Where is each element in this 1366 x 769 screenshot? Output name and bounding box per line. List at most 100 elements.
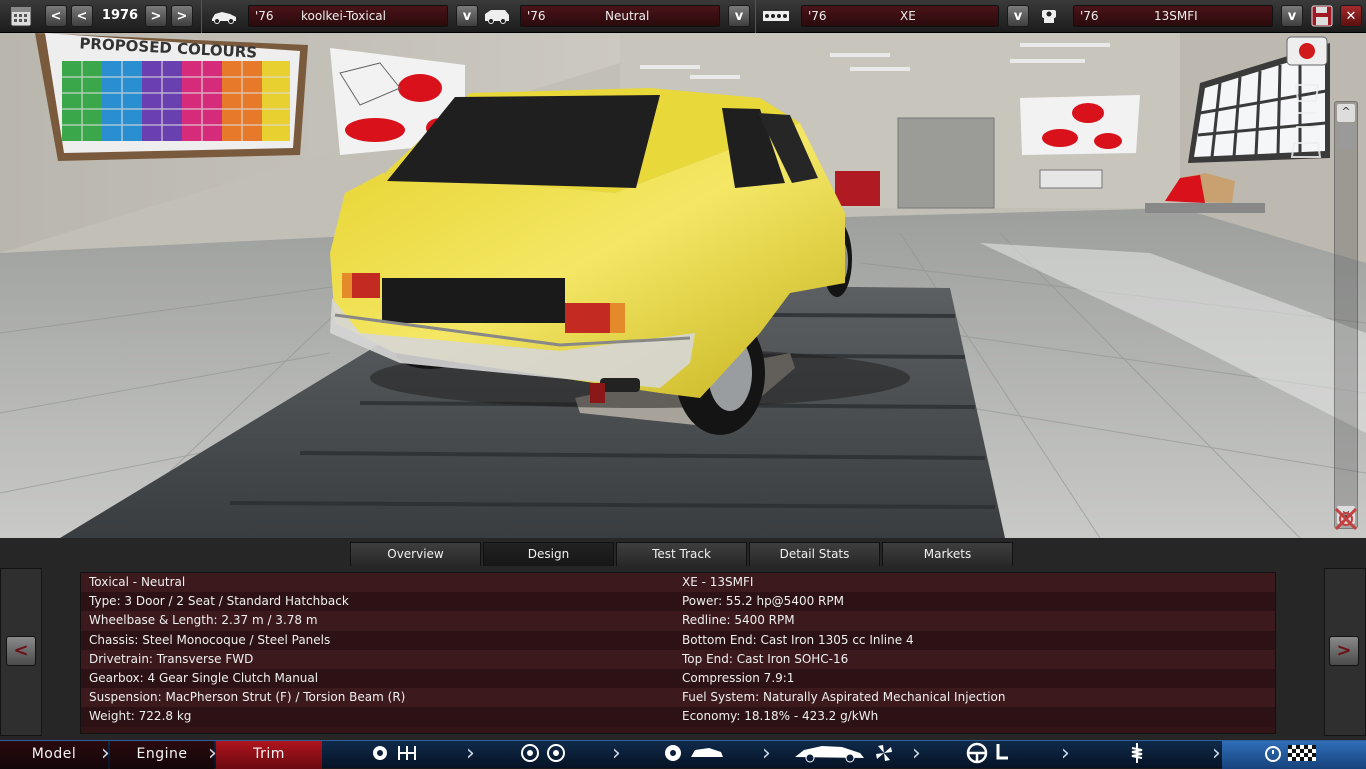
gearbox-icon [396,743,418,767]
engine-field[interactable]: '76 XE [801,5,999,27]
car-wheelbase: Wheelbase & Length: 2.37 m / 3.78 m [89,613,318,628]
trim-year: '76 [527,9,546,23]
reset-view-icon[interactable] [1332,505,1360,533]
nav-suspension[interactable] [1128,742,1146,768]
stats-row: Chassis: Steel Monocoque / Steel Panels … [81,630,1275,650]
tab-design[interactable]: Design [483,542,614,566]
wheel-icon [520,743,540,767]
tab-markets[interactable]: Markets [882,542,1013,566]
tab-overview[interactable]: Overview [350,542,481,566]
gear-icon [370,743,390,767]
stats-row: Type: 3 Door / 2 Seat / Standard Hatchba… [81,592,1275,612]
nav-aero-cooling[interactable] [792,744,894,766]
model-field[interactable]: '76 koolkei-Toxical [248,5,448,27]
year-prev-button[interactable]: < [71,5,93,27]
engine-name: XE - 13SMFI [682,575,754,589]
nav-test-drive[interactable] [1222,741,1366,769]
garage-viewport[interactable]: PROPOSED COLOURS ^ v [0,33,1366,538]
clay-model-table [1145,203,1265,213]
nav-trim[interactable]: Trim [216,741,322,769]
car-drivetrain: Drivetrain: Transverse FWD [89,651,254,666]
variant-name: 13SMFI [1154,9,1198,23]
chevron-right-icon: › [101,741,110,766]
variant-field[interactable]: '76 13SMFI [1073,5,1273,27]
toolbar-divider [755,0,756,33]
car-gearbox: Gearbox: 4 Gear Single Clutch Manual [89,670,319,685]
shock-absorber-icon [1128,742,1146,768]
fan-icon [874,743,894,767]
stats-row: Weight: 722.8 kg Economy: 18.18% - 423.2… [81,707,1275,727]
nav-chassis-gearbox[interactable] [370,744,418,766]
car-side-icon [792,743,868,767]
model-car-icon [210,5,238,27]
car-name: Toxical - Neutral [89,575,186,589]
stats-row: Drivetrain: Transverse FWD Top End: Cast… [81,649,1275,669]
engine-fuel-system: Fuel System: Naturally Aspirated Mechani… [682,690,1006,705]
calendar-icon[interactable] [8,5,34,27]
seat-icon [994,742,1010,768]
scroll-thumb[interactable] [1337,124,1355,150]
chevron-right-icon: › [1061,741,1070,766]
year-prev-fast-button[interactable]: < [45,5,67,27]
nav-engine[interactable]: Engine [110,741,214,769]
chevron-right-icon: › [912,741,921,766]
checkered-flag-icon [1288,745,1316,765]
stats-row: Suspension: MacPherson Strut (F) / Torsi… [81,688,1275,708]
engine-economy: Economy: 18.18% - 423.2 g/kWh [682,709,879,724]
engine-block-icon [761,5,791,27]
trim-name: Neutral [605,9,650,23]
bottom-nav: Model › Engine › Trim › › › › › › [0,740,1366,769]
nav-body[interactable] [663,744,725,766]
model-year: '76 [255,9,274,23]
variant-year: '76 [1080,9,1099,23]
camera-zoom-scrollbar[interactable]: ^ v [1334,101,1358,529]
engine-bottom-end: Bottom End: Cast Iron 1305 cc Inline 4 [682,632,914,647]
toolbar-divider [201,0,202,33]
stats-row: Toxical - Neutral XE - 13SMFI [81,573,1275,593]
red-toolbox [835,171,880,206]
engine-top-end: Top End: Cast Iron SOHC-16 [682,651,849,666]
trim-dropdown-button[interactable]: v [728,5,750,27]
screenshot-camera-icon[interactable] [1286,36,1328,66]
info-tabs: Overview Design Test Track Detail Stats … [350,542,1015,566]
info-panel: Overview Design Test Track Detail Stats … [0,538,1366,740]
scroll-up-arrow-icon[interactable]: ^ [1337,104,1355,122]
engine-power: Power: 55.2 hp@5400 RPM [682,594,844,609]
trim-field[interactable]: '76 Neutral [520,5,720,27]
prev-page-button[interactable]: < [6,636,36,666]
stopwatch-icon [1264,744,1282,766]
tab-test-track[interactable]: Test Track [616,542,747,566]
engine-name: XE [900,9,916,23]
trim-van-icon [483,5,511,27]
car-sketch-poster-right [1020,95,1140,155]
variant-dropdown-button[interactable]: v [1281,5,1303,27]
chevron-right-icon: › [762,741,771,766]
year-next-button[interactable]: > [145,5,167,27]
wheel-icon [546,743,566,767]
chevron-right-icon: › [612,741,621,766]
engine-year: '76 [808,9,827,23]
car-type: Type: 3 Door / 2 Seat / Standard Hatchba… [89,594,349,609]
save-icon[interactable] [1310,5,1334,27]
top-toolbar: < < 1976 > > '76 koolkei-Toxical v '76 Neu… [0,0,1366,33]
car-body-icon [689,745,725,765]
back-shutter-door [897,117,995,209]
nav-wheels[interactable] [520,744,566,766]
nav-model[interactable]: Model [0,741,108,769]
close-button[interactable]: ✕ [1340,5,1362,27]
stats-row: Gearbox: 4 Gear Single Clutch Manual Com… [81,668,1275,689]
chevron-right-icon: › [1212,741,1221,766]
model-name: koolkei-Toxical [301,9,386,23]
steering-wheel-icon [966,742,988,768]
year-next-fast-button[interactable]: > [171,5,193,27]
stats-row: Wheelbase & Length: 2.37 m / 3.78 m Redl… [81,611,1275,631]
brake-icon [663,743,683,767]
nav-interior[interactable] [966,742,1010,768]
engine-variant-icon [1036,5,1062,27]
drafting-desk [1039,169,1103,189]
tab-detail-stats[interactable]: Detail Stats [749,542,880,566]
model-dropdown-button[interactable]: v [456,5,478,27]
car-weight: Weight: 722.8 kg [89,709,192,724]
next-page-button[interactable]: > [1329,636,1359,666]
engine-dropdown-button[interactable]: v [1007,5,1029,27]
